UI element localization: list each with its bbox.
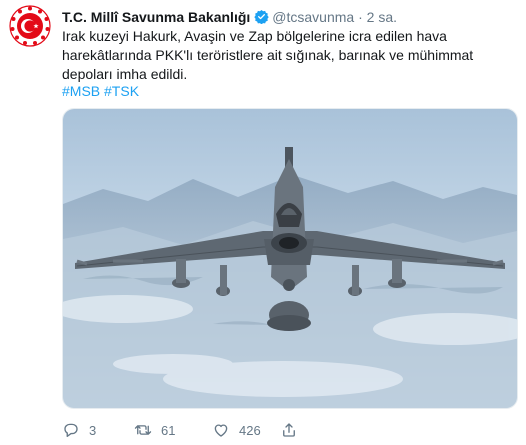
heart-icon (214, 424, 228, 437)
avatar[interactable] (8, 4, 52, 48)
hashtag-row: #MSB #TSK (62, 82, 139, 100)
reply-icon (64, 423, 78, 437)
share-button[interactable] (280, 420, 298, 440)
tweet-timestamp[interactable]: 2 sa. (367, 9, 397, 25)
tweet-action-bar: 3 61 426 (62, 420, 516, 440)
retweet-button[interactable]: 61 (134, 420, 175, 440)
like-count: 426 (239, 422, 261, 438)
tweet-text: Irak kuzeyi Hakurk, Avaşin ve Zap bölgel… (62, 28, 474, 82)
reply-button[interactable]: 3 (62, 420, 96, 440)
hashtag-tsk[interactable]: #TSK (104, 83, 139, 99)
retweet-icon (134, 425, 152, 435)
like-button[interactable]: 426 (212, 420, 261, 440)
author-handle[interactable]: @tcsavunma (272, 9, 354, 25)
fighter-jet-photo (63, 109, 517, 408)
emblem-icon (9, 5, 51, 47)
share-icon (283, 423, 295, 437)
tweet[interactable]: T.C. Millî Savunma Bakanlığı @tcsavunma ·… (0, 0, 526, 445)
hashtag-msb[interactable]: #MSB (62, 83, 100, 99)
verified-badge-icon (254, 9, 269, 24)
tweet-media-image[interactable] (62, 108, 518, 409)
tweet-header: T.C. Millî Savunma Bakanlığı @tcsavunma ·… (62, 8, 397, 26)
reply-count: 3 (89, 422, 97, 438)
retweet-count: 61 (161, 422, 176, 438)
author-name[interactable]: T.C. Millî Savunma Bakanlığı (62, 9, 250, 25)
separator-dot: · (358, 9, 363, 25)
